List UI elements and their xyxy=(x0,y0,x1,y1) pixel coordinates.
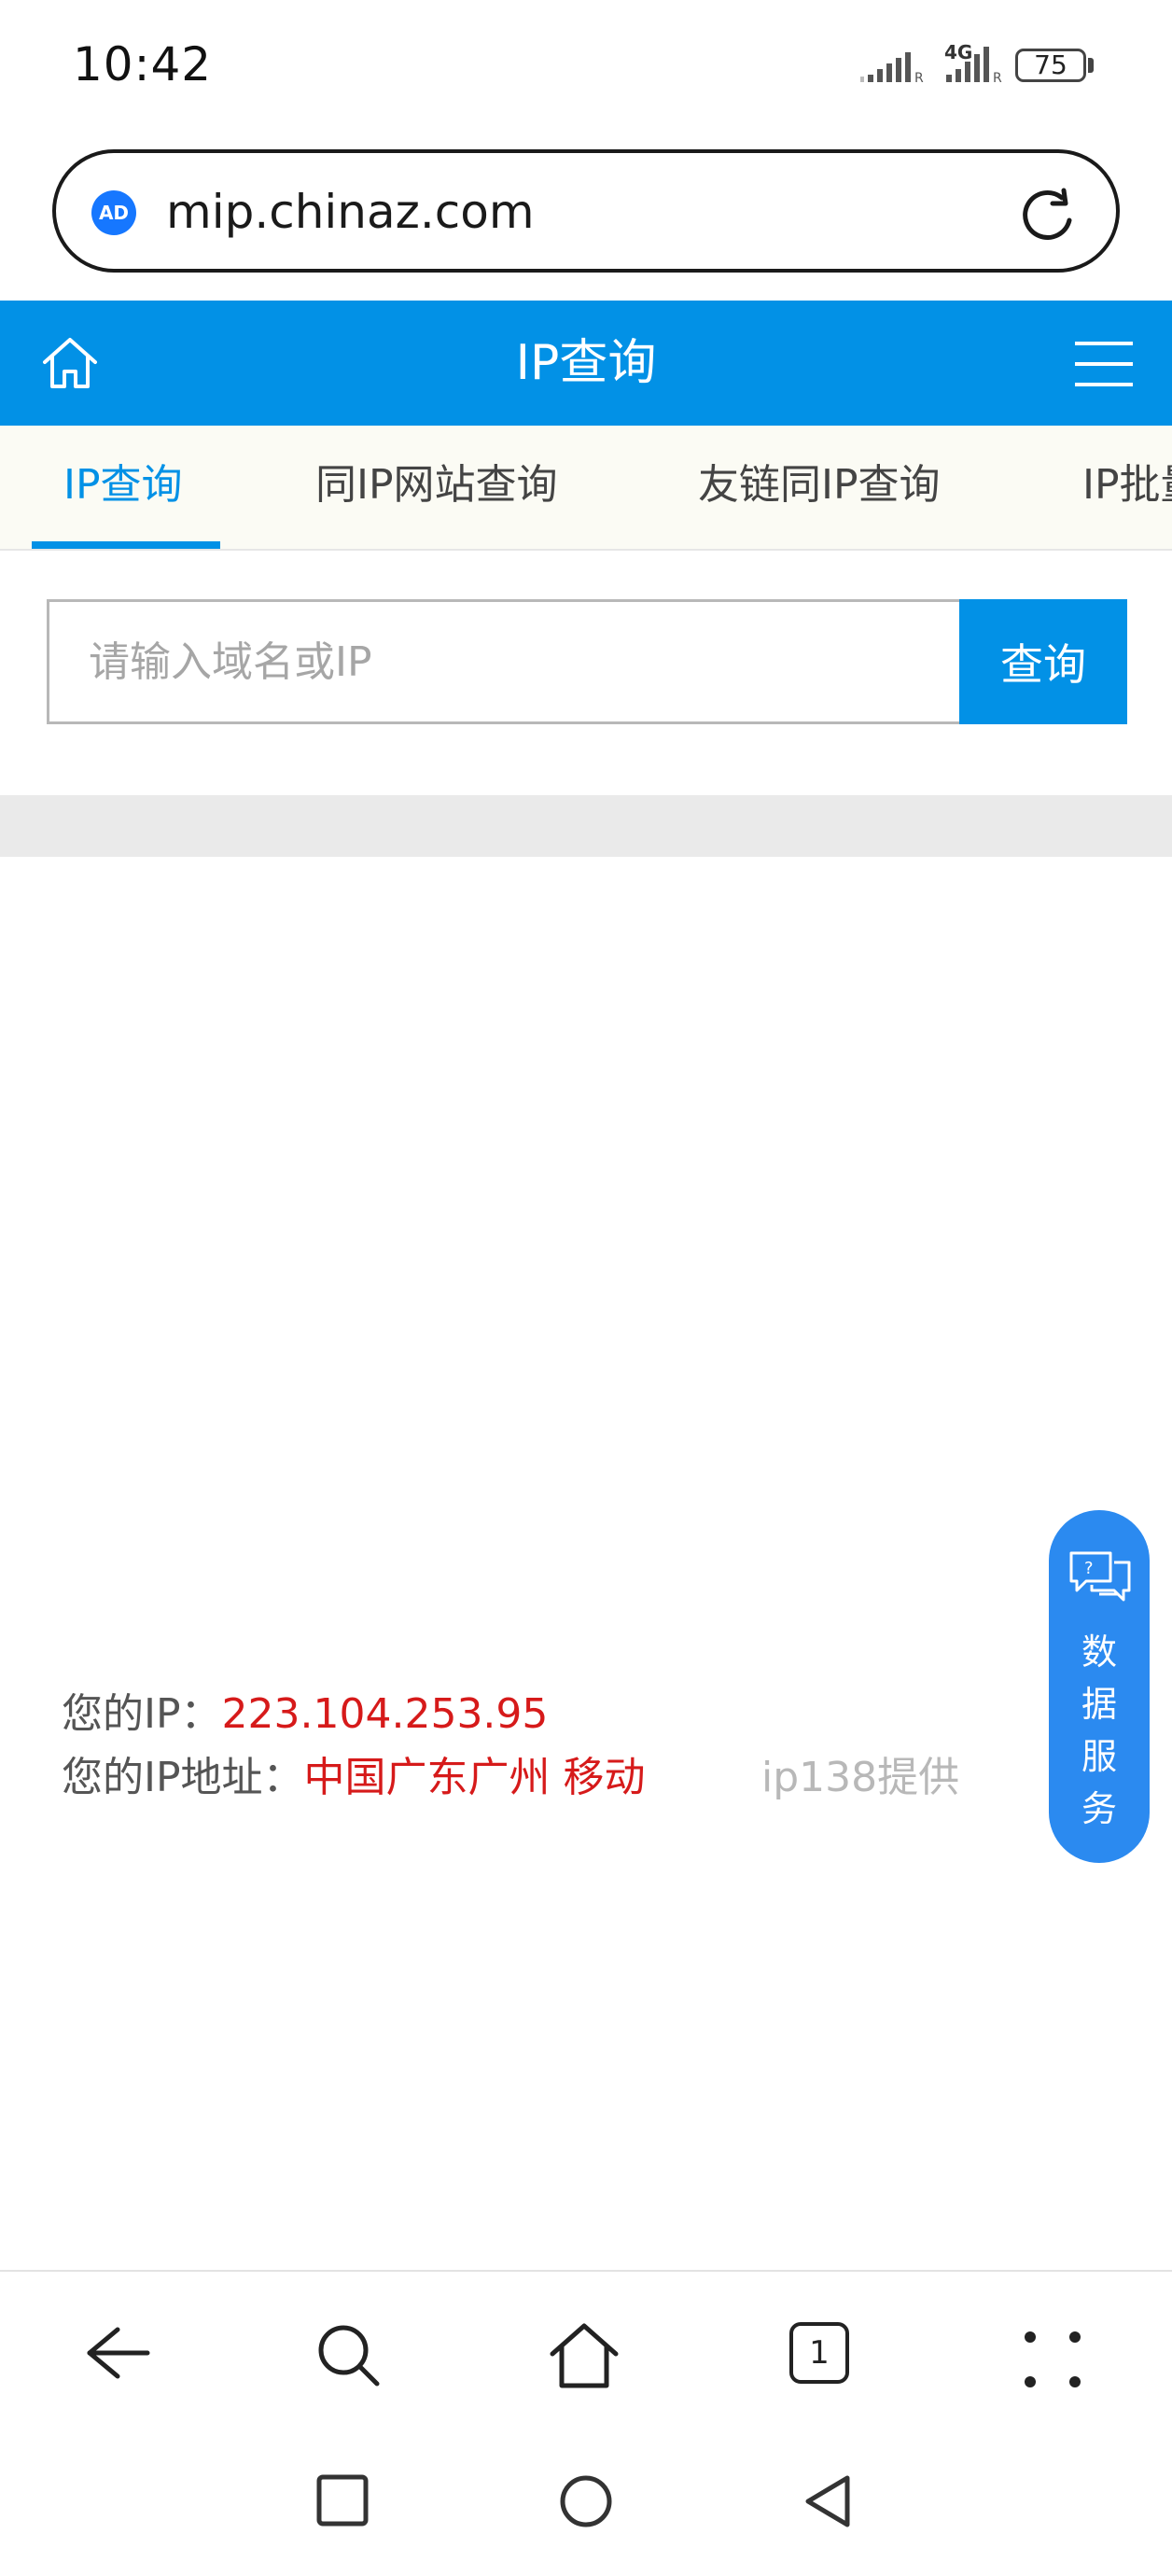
reload-icon[interactable] xyxy=(1015,183,1081,248)
page-title: IP查询 xyxy=(515,335,657,391)
page-header: IP查询 xyxy=(0,301,1172,426)
status-bar: 10:42 R R 4G 75 xyxy=(0,0,1172,140)
tabs-icon[interactable]: 1 xyxy=(789,2322,849,2384)
home-circle-icon[interactable] xyxy=(558,2473,614,2529)
search-icon[interactable] xyxy=(314,2320,384,2391)
provider-credit: ip138提供 xyxy=(761,1754,960,1801)
ip-address-row: 您的IP地址：中国广东广州 移动 xyxy=(62,1743,646,1803)
tab-friend-link-ip[interactable]: 友链同IP查询 xyxy=(698,426,941,549)
recent-apps-icon[interactable] xyxy=(315,2473,370,2527)
tab-ip-batch[interactable]: IP批量查询 xyxy=(1082,426,1172,549)
tab-strip: IP查询 同IP网站查询 友链同IP查询 IP批量查询 xyxy=(0,426,1172,551)
ip-address-label: 您的IP地址： xyxy=(62,1754,304,1801)
battery-cap xyxy=(1088,58,1094,73)
ad-icon[interactable]: AD xyxy=(91,190,136,235)
svg-text:R: R xyxy=(914,71,924,86)
back-icon[interactable] xyxy=(80,2320,153,2386)
chat-icon: ? xyxy=(1069,1551,1131,1602)
search-input[interactable] xyxy=(47,599,961,724)
search-button[interactable]: 查询 xyxy=(959,599,1127,724)
data-service-button[interactable]: ? 数 据 服 务 xyxy=(1049,1510,1150,1863)
signal-strength-icon: R xyxy=(860,52,924,86)
menu-icon[interactable] xyxy=(1075,342,1133,386)
ip-value: 223.104.253.95 xyxy=(221,1690,549,1738)
data-service-char: 服 xyxy=(1081,1736,1117,1777)
svg-text:R: R xyxy=(993,71,1002,86)
address-url[interactable]: mip.chinaz.com xyxy=(166,185,535,239)
battery-level: 75 xyxy=(1034,49,1067,80)
tab-ip-query[interactable]: IP查询 xyxy=(63,426,183,549)
svg-text:?: ? xyxy=(1084,1559,1094,1578)
data-service-label: 数 据 服 务 xyxy=(1049,1626,1150,1835)
battery-icon: 75 xyxy=(1015,49,1086,82)
home-icon[interactable] xyxy=(547,2320,621,2391)
status-time: 10:42 xyxy=(73,37,213,91)
address-bar[interactable]: AD mip.chinaz.com xyxy=(52,149,1120,273)
ip-row: 您的IP：223.104.253.95 xyxy=(62,1680,548,1740)
section-divider xyxy=(0,795,1172,857)
ip-label: 您的IP： xyxy=(62,1690,222,1738)
system-navigation xyxy=(0,2442,1172,2576)
ip-address-value: 中国广东广州 移动 xyxy=(303,1754,646,1801)
data-service-char: 数 xyxy=(1081,1631,1117,1673)
back-triangle-icon[interactable] xyxy=(801,2473,857,2529)
data-service-char: 务 xyxy=(1081,1788,1117,1829)
active-tab-indicator xyxy=(32,541,220,549)
data-service-char: 据 xyxy=(1081,1684,1117,1725)
tab-same-ip-sites[interactable]: 同IP网站查询 xyxy=(315,426,558,549)
browser-toolbar: 1 xyxy=(0,2272,1172,2442)
ad-badge-text: AD xyxy=(98,202,130,224)
more-icon[interactable] xyxy=(1023,2330,1082,2389)
network-type-label: 4G xyxy=(944,41,973,63)
